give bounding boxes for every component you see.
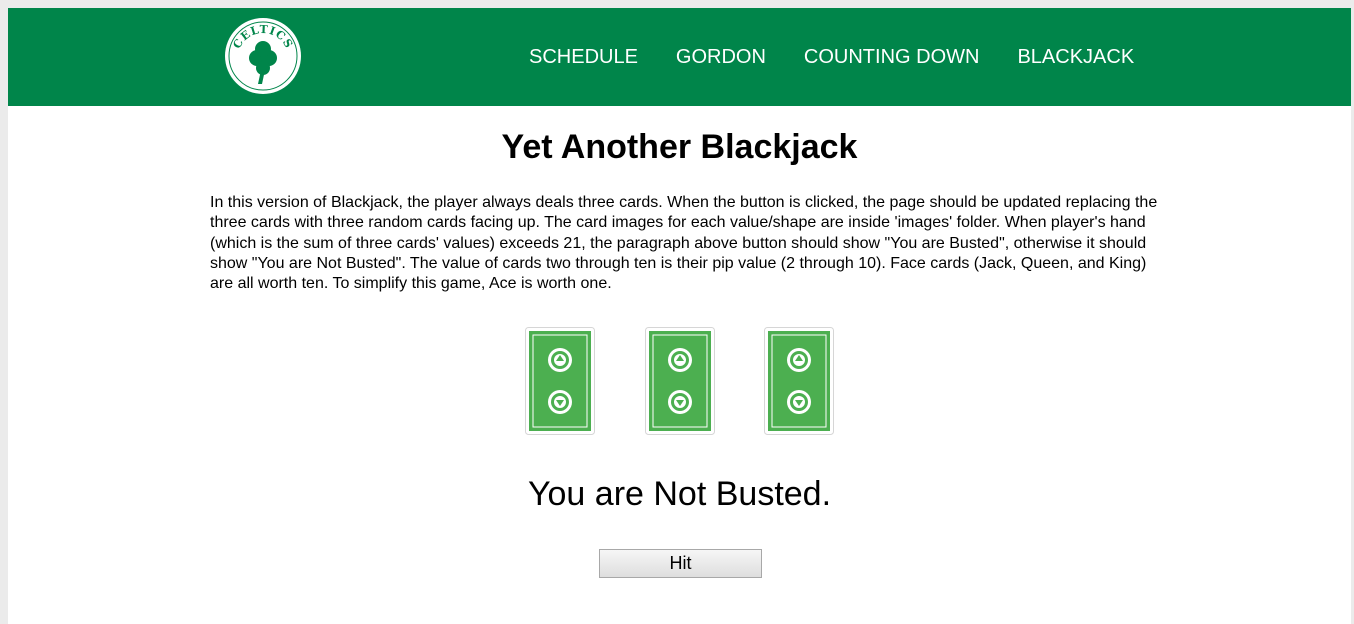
card-hand	[525, 327, 836, 437]
page-title: Yet Another Blackjack	[501, 128, 858, 166]
nav-link-blackjack[interactable]: BLACKJACK	[1017, 46, 1134, 69]
card-back-1	[525, 327, 595, 435]
hit-button[interactable]: Hit	[599, 549, 762, 578]
celtics-logo[interactable]: CELTICS	[225, 18, 301, 94]
nav-link-gordon[interactable]: GORDON	[676, 46, 766, 69]
game-description: In this version of Blackjack, the player…	[210, 194, 1158, 293]
card-back-3	[764, 327, 834, 435]
page: CELTICS SCHEDULE GORDON COUNTING DOWN BL…	[8, 8, 1351, 624]
nav-link-schedule[interactable]: SCHEDULE	[529, 46, 638, 69]
navbar: CELTICS SCHEDULE GORDON COUNTING DOWN BL…	[8, 8, 1351, 106]
card-back-2	[645, 327, 715, 435]
nav-link-counting-down[interactable]: COUNTING DOWN	[804, 46, 980, 69]
nav-links: SCHEDULE GORDON COUNTING DOWN BLACKJACK	[529, 8, 1172, 106]
bust-status: You are Not Busted.	[527, 475, 832, 513]
